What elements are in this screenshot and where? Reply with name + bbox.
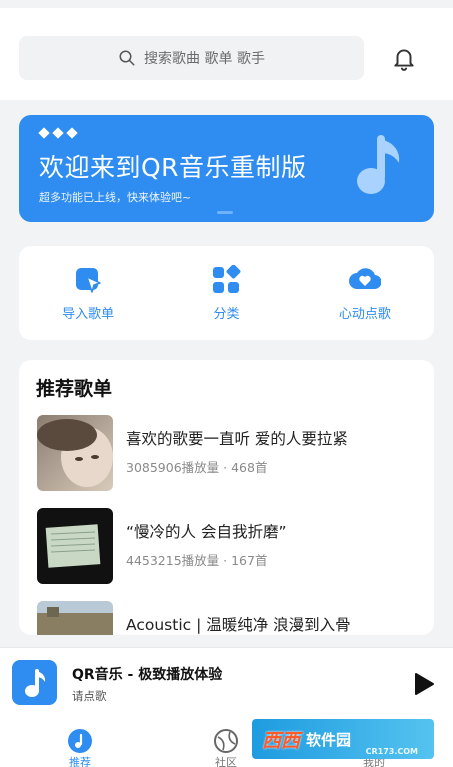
- play-icon: [415, 673, 434, 695]
- player-subtitle: 请点歌: [72, 689, 107, 703]
- playlist-cover: [37, 415, 113, 491]
- quick-actions: 导入歌单 分类 心动点歌: [19, 246, 434, 340]
- status-bar: [0, 0, 453, 8]
- music-note-icon: [24, 668, 45, 697]
- planet-icon: [214, 729, 238, 753]
- heart-pick-label: 心动点歌: [338, 306, 391, 322]
- playlist-meta: 3085906播放量 · 468首: [126, 460, 268, 475]
- category-button[interactable]: 分类: [157, 246, 295, 340]
- heart-pick-icon: [348, 267, 381, 289]
- search-placeholder: 搜索歌曲 歌单 歌手: [144, 51, 265, 67]
- player-title: QR音乐 - 极致播放体验: [72, 667, 223, 683]
- player-art: [12, 660, 57, 705]
- watermark-main: 西西: [262, 729, 301, 752]
- site-watermark: 西西 软件园 CR173.COM: [252, 719, 434, 759]
- mini-player[interactable]: QR音乐 - 极致播放体验 请点歌: [0, 647, 453, 720]
- tab-community[interactable]: 社区: [196, 728, 256, 767]
- playlist-name: Acoustic | 温暖纯净 浪漫到入骨: [126, 616, 351, 634]
- tab-recommend[interactable]: 推荐: [50, 728, 110, 767]
- playlist-item[interactable]: 喜欢的歌要一直听 爱的人要拉紧 3085906播放量 · 468首: [37, 415, 427, 491]
- music-disc-icon: [68, 729, 92, 753]
- search-input[interactable]: 搜索歌曲 歌单 歌手: [19, 36, 364, 80]
- import-playlist-label: 导入歌单: [62, 306, 115, 322]
- top-bar: 搜索歌曲 歌单 歌手: [0, 8, 453, 100]
- playlist-cover: [37, 508, 113, 584]
- playlist-cover: [37, 601, 113, 635]
- playlist-item[interactable]: “慢冷的人 会自我折磨” 4453215播放量 · 167首: [37, 508, 427, 584]
- diamond-decoration: [38, 127, 79, 139]
- category-icon: [213, 264, 241, 293]
- play-button[interactable]: [410, 670, 438, 698]
- playlist-item[interactable]: Acoustic | 温暖纯净 浪漫到入骨: [37, 601, 427, 635]
- welcome-banner[interactable]: 欢迎来到QR音乐重制版 超多功能已上线，快来体验吧~: [19, 115, 434, 222]
- tab-label: 社区: [215, 756, 237, 767]
- import-playlist-button[interactable]: 导入歌单: [19, 246, 157, 340]
- import-playlist-icon: [76, 267, 101, 293]
- watermark-site: CR173.COM: [365, 747, 418, 756]
- recommended-playlists: 推荐歌单 喜欢的歌要一直听 爱的人要拉紧 3085906播放量 · 468首 “…: [19, 360, 434, 635]
- category-label: 分类: [213, 306, 240, 322]
- banner-subtitle: 超多功能已上线，快来体验吧~: [39, 191, 192, 204]
- banner-title: 欢迎来到QR音乐重制版: [39, 153, 307, 182]
- music-note-icon: [349, 133, 409, 207]
- playlist-name: 喜欢的歌要一直听 爱的人要拉紧: [126, 430, 348, 448]
- watermark-suffix: 软件园: [306, 730, 352, 749]
- section-heading: 推荐歌单: [36, 378, 113, 400]
- search-icon: [119, 50, 135, 66]
- carousel-indicator: [217, 211, 233, 214]
- tab-label: 推荐: [69, 756, 91, 767]
- playlist-meta: 4453215播放量 · 167首: [126, 553, 268, 568]
- playlist-name: “慢冷的人 会自我折磨”: [126, 523, 287, 541]
- heart-pick-button[interactable]: 心动点歌: [296, 246, 434, 340]
- notification-bell-icon[interactable]: [388, 42, 420, 74]
